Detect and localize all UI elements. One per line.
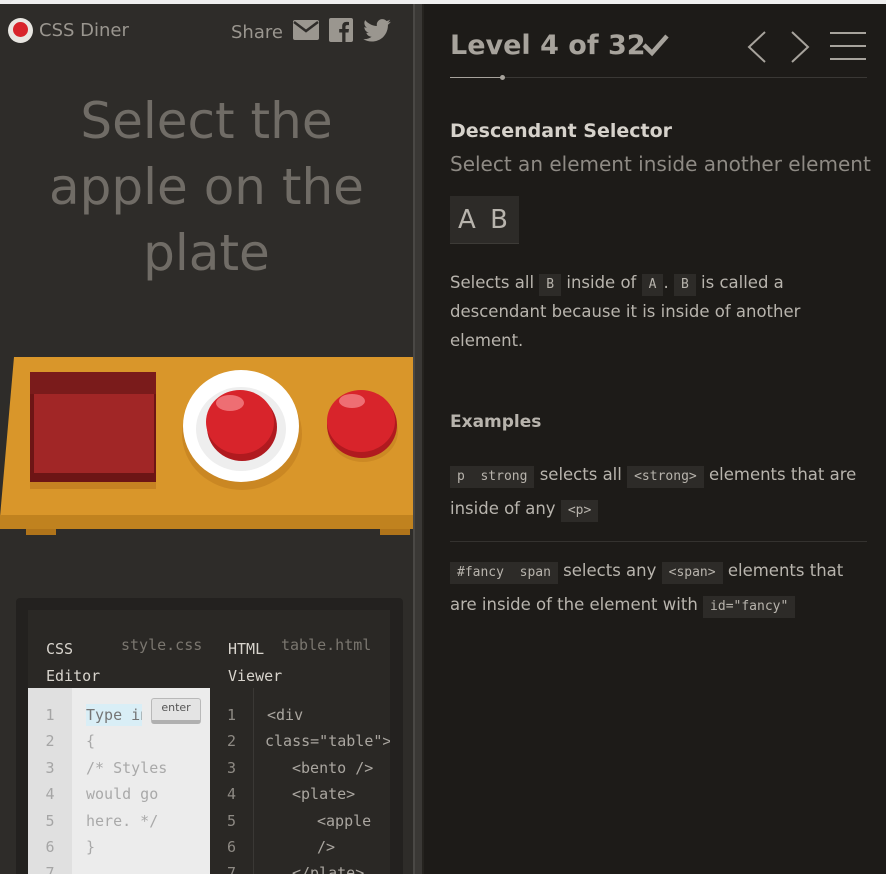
- browser-top-edge: [0, 0, 886, 4]
- html-line-numbers: 1 2 3 4 5 6 7: [210, 688, 254, 874]
- instruction-line-2: apple on the: [49, 158, 364, 216]
- examples-heading: Examples: [450, 412, 542, 432]
- html-line[interactable]: </plate>: [267, 860, 390, 874]
- level-indicator: Level 4 of 32: [450, 30, 646, 61]
- css-editor-title: CSS Editor: [46, 640, 101, 685]
- html-code: <div class="table"> <bento /> <plate> <a…: [265, 702, 390, 874]
- html-line[interactable]: />: [267, 834, 390, 860]
- mail-icon[interactable]: [292, 20, 319, 45]
- example-2: #fancy span selects any <span> elements …: [450, 554, 870, 622]
- example-separator: [450, 541, 867, 542]
- progress-marker: [500, 75, 505, 80]
- level-panel: Level 4 of 32 Descendant Selector Select…: [424, 0, 886, 874]
- selector-name: Descendant Selector: [450, 120, 673, 142]
- example-code: p strong: [450, 466, 535, 488]
- brand-name: CSS Diner: [39, 20, 129, 41]
- selector-hint: Selects all B inside of A. B is called a…: [450, 273, 801, 350]
- table-edge: [0, 515, 442, 529]
- share-label: Share: [231, 22, 283, 43]
- bento-box[interactable]: [30, 372, 156, 489]
- html-line[interactable]: <bento />: [267, 755, 390, 781]
- panel-divider[interactable]: [413, 0, 424, 874]
- twitter-icon[interactable]: [363, 18, 391, 47]
- selector-syntax: A B: [450, 196, 519, 244]
- example-tag: id="fancy": [703, 596, 796, 618]
- share-bar: Share: [231, 18, 391, 47]
- completed-check-icon: [640, 30, 670, 64]
- dining-table: [0, 357, 442, 535]
- brand[interactable]: CSS Diner: [8, 18, 129, 43]
- html-line[interactable]: <plate>: [267, 781, 390, 807]
- next-level-icon[interactable]: [789, 30, 811, 68]
- selector-title: Select an element inside another element: [450, 152, 871, 176]
- selector-input[interactable]: [86, 704, 142, 726]
- example-1: p strong selects all <strong> elements t…: [450, 458, 870, 526]
- enter-button[interactable]: enter: [151, 698, 201, 724]
- css-code: { /* Styles would go here. */ }: [86, 702, 167, 860]
- level-progress-bar: [450, 75, 867, 80]
- previous-level-icon[interactable]: [746, 30, 768, 68]
- hint-tag: B: [673, 274, 696, 296]
- html-viewer: 1 2 3 4 5 6 7 <div class="table"> <bento…: [210, 688, 390, 874]
- html-filename: table.html: [281, 636, 372, 654]
- menu-icon[interactable]: [830, 32, 866, 71]
- instruction-line-3: plate: [143, 224, 270, 282]
- example-code: #fancy span: [450, 562, 558, 584]
- instruction-line-1: Select the: [80, 92, 333, 150]
- example-tag: <p>: [560, 500, 599, 522]
- html-line[interactable]: <div: [267, 702, 390, 728]
- hint-tag: A: [641, 274, 664, 296]
- css-line-numbers: 1 2 3 4 5 6 7: [28, 688, 72, 874]
- example-tag: <strong>: [627, 466, 704, 488]
- css-filename: style.css: [121, 636, 203, 654]
- hint-tag: B: [539, 274, 562, 296]
- diner-logo-icon: [8, 18, 33, 43]
- html-viewer-title: HTML Viewer: [228, 640, 283, 685]
- editor-header: CSS Editor style.css HTML Viewer table.htm…: [28, 610, 390, 690]
- html-line[interactable]: class="table">: [265, 728, 390, 754]
- progress-fill: [450, 77, 502, 78]
- example-tag: <span>: [661, 562, 723, 584]
- html-line[interactable]: <apple: [267, 808, 390, 834]
- level-instruction: Select the apple on the plate: [0, 88, 413, 286]
- facebook-icon[interactable]: [328, 18, 353, 47]
